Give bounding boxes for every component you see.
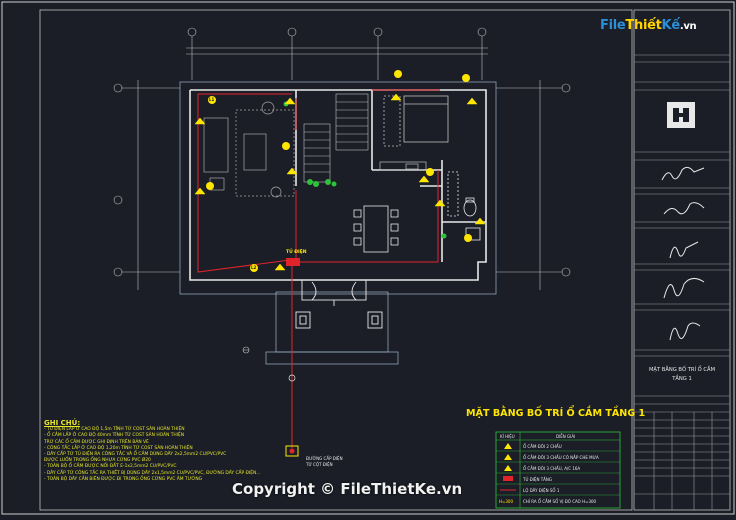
drawing-sheet: TỦ ĐIỆN ĐƯỜNG CẤP ĐIỆN TỪ CỘT ĐIỆN L1 L2… bbox=[0, 0, 736, 516]
legend-header-desc: DIỄN GIẢI bbox=[556, 434, 576, 439]
legend-row: Ổ CẮM ĐÔI 2 CHẤU bbox=[523, 444, 562, 449]
brand-domain: .vn bbox=[679, 21, 697, 32]
legend-row: LỘ DÂY ĐIỆN SỐ 1 bbox=[523, 488, 560, 493]
living-room-furniture bbox=[203, 101, 295, 198]
kitchen-counter bbox=[379, 161, 427, 171]
outlet-tag-label: L1 bbox=[209, 97, 215, 102]
wiring bbox=[197, 89, 440, 448]
legend-symbol-h300: H=300 bbox=[499, 499, 513, 504]
general-notes: GHI CHÚ: - TỦ ĐIỆN LẮP Ở CAO ĐỘ 1,5m TÍN… bbox=[44, 419, 354, 483]
dining-table bbox=[353, 205, 399, 253]
drawing-name-line-1: MẶT BẰNG BỐ TRÍ Ổ CẮM bbox=[648, 367, 716, 373]
electrical-panel bbox=[286, 258, 300, 266]
notes-heading: GHI CHÚ: bbox=[44, 419, 81, 427]
bed bbox=[383, 95, 449, 147]
building-outline bbox=[179, 81, 497, 365]
legend-header-symbol: KÍ HIỆU bbox=[500, 434, 515, 439]
grid-axes bbox=[113, 27, 571, 290]
walls bbox=[189, 89, 487, 281]
legend-row: TỦ ĐIỆN TẦNG bbox=[523, 477, 552, 482]
title-block-frame bbox=[633, 9, 731, 511]
entrance-porch bbox=[295, 279, 383, 329]
brand-logo: FileThiếtKế.vn bbox=[600, 8, 730, 52]
drawing-name-line-2: TẦNG 1 bbox=[672, 376, 692, 382]
panel-tag: TỦ ĐIỆN bbox=[286, 250, 307, 255]
title-block-drawing-name: MẶT BẰNG BỐ TRÍ Ổ CẮM TẦNG 1 bbox=[640, 366, 724, 384]
legend-row: Ổ CẮM ĐÔI 3 CHẤU, A/C 16A bbox=[523, 466, 581, 471]
plan-title: MẶT BẰNG BỐ TRÍ Ổ CẮM TẦNG 1 bbox=[466, 408, 646, 419]
legend-row: Ổ CẮM ĐÔI 3 CHẤU CÓ NẮP CHE MƯA bbox=[523, 455, 599, 460]
legend-row: CHỈ RA Ổ CẮM SỐ VỊ ĐÓ CAO H=300 bbox=[523, 499, 597, 504]
signatures bbox=[661, 166, 705, 341]
outlet-tags bbox=[206, 70, 472, 272]
brand-suffix: Kế bbox=[661, 18, 681, 33]
staircase bbox=[303, 93, 369, 183]
brand-mid: Thiết bbox=[625, 18, 662, 33]
outlet-tag-label-2: L2 bbox=[251, 265, 257, 270]
elevation-markers bbox=[242, 346, 250, 354]
brand-prefix: File bbox=[600, 18, 626, 33]
bathroom-fixtures bbox=[447, 171, 481, 241]
copyright-watermark: Copyright © FileThietKe.vn bbox=[232, 480, 463, 498]
